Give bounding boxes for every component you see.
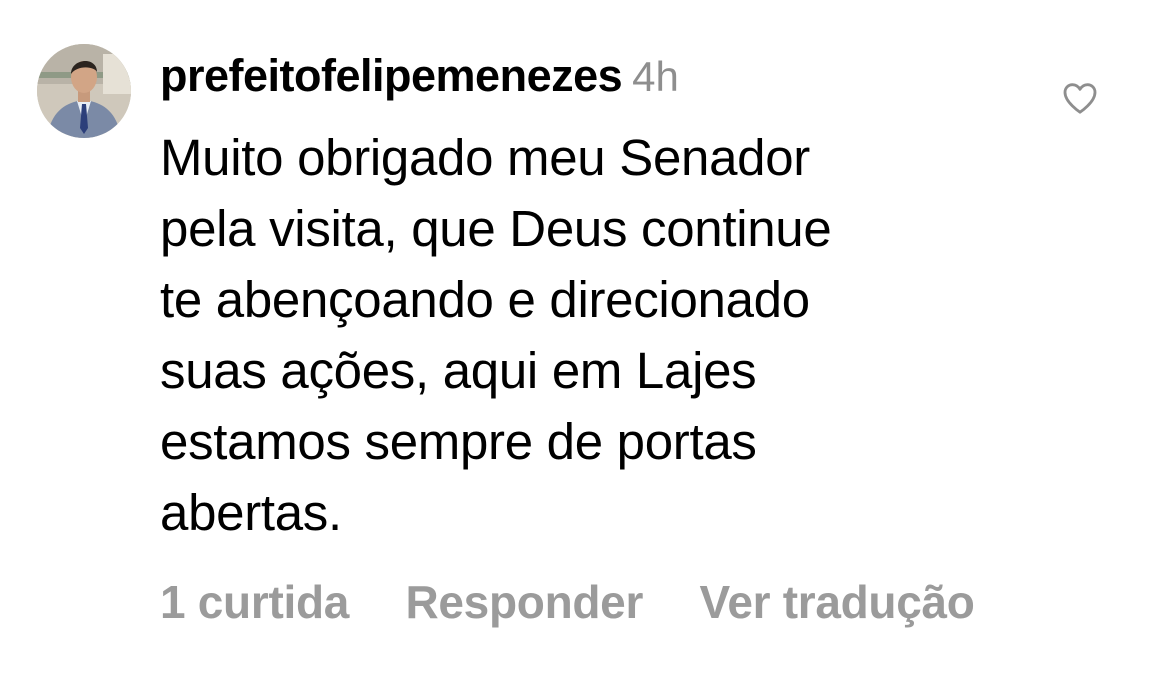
comment: prefeitofelipemenezes 4h Muito obrigado m… (0, 0, 1170, 696)
comment-header: prefeitofelipemenezes 4h (160, 50, 679, 113)
profile-photo (37, 44, 131, 138)
comment-text-line: abertas. (160, 484, 342, 541)
reply-button[interactable]: Responder (405, 572, 643, 632)
heart-outline-icon[interactable] (1060, 78, 1100, 118)
username-link[interactable]: prefeitofelipemenezes (160, 50, 623, 101)
comment-text-line: te abençoando e direcionado (160, 271, 810, 328)
comment-text-line: Muito obrigado meu Senador (160, 129, 810, 186)
comment-text-line: pela visita, que Deus continue (160, 200, 832, 257)
avatar[interactable] (37, 44, 131, 138)
timestamp: 4h (632, 53, 679, 100)
comment-text-line: estamos sempre de portas (160, 413, 757, 470)
comment-actions: 1 curtida Responder Ver tradução (160, 572, 975, 644)
comment-text-line: suas ações, aqui em Lajes (160, 342, 757, 399)
comment-text: Muito obrigado meu Senador pela visita, … (160, 122, 1020, 548)
likes-count-button[interactable]: 1 curtida (160, 572, 349, 632)
see-translation-button[interactable]: Ver tradução (700, 572, 975, 632)
